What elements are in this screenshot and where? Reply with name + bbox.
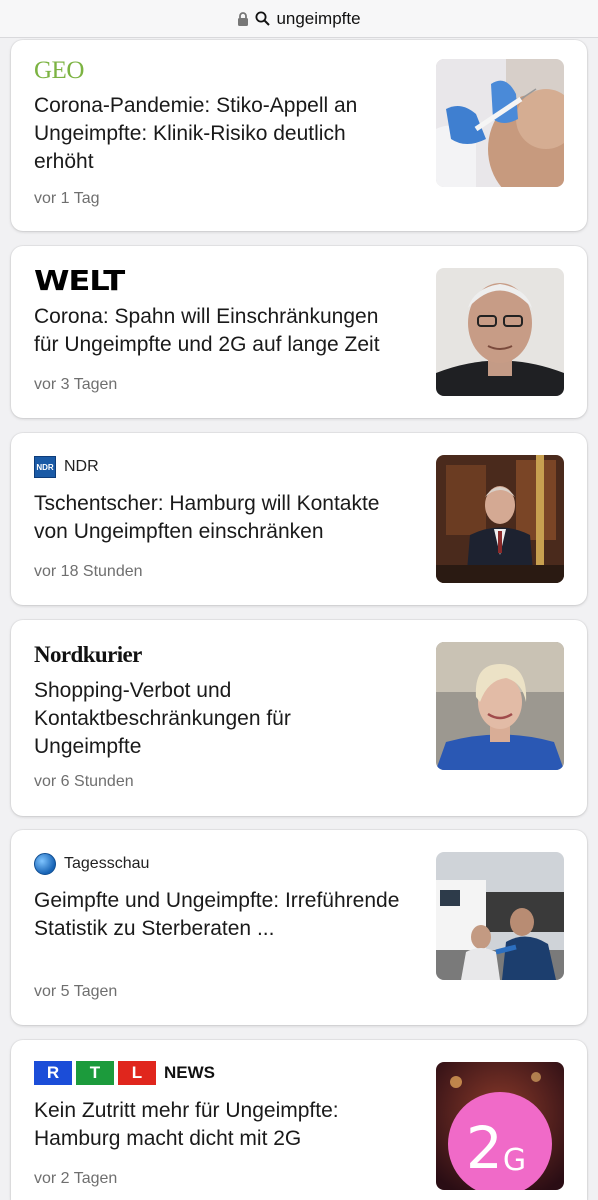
timestamp: vor 1 Tag <box>34 190 100 207</box>
lock-icon <box>238 11 249 26</box>
headline[interactable]: Shopping-Verbot und Kontaktbeschränkunge… <box>34 677 404 761</box>
article-thumbnail[interactable] <box>436 642 564 770</box>
tagesschau-globe-icon <box>34 853 56 875</box>
search-query: ungeimpfte <box>276 8 361 28</box>
publisher-logo: Nordkurier <box>34 642 142 667</box>
timestamp: vor 6 Stunden <box>34 773 134 790</box>
news-card[interactable]: NDR NDR Tschentscher: Hamburg will Konta… <box>11 433 587 605</box>
headline[interactable]: Corona-Pandemie: Stiko-Appell an Ungeimp… <box>34 92 404 176</box>
timestamp: vor 5 Tagen <box>34 983 118 1000</box>
news-card[interactable]: GEO Corona-Pandemie: Stiko-Appell an Ung… <box>11 40 587 231</box>
publisher-logo: WELT <box>34 263 125 297</box>
publisher-name: Tagesschau <box>64 855 150 872</box>
article-thumbnail[interactable]: 2G <box>436 1062 564 1190</box>
ndr-icon: NDR <box>34 456 56 478</box>
search-icon <box>255 11 271 26</box>
publisher: NDR NDR <box>34 455 99 479</box>
article-thumbnail[interactable] <box>436 852 564 980</box>
rtl-logo-t: T <box>76 1061 114 1085</box>
timestamp: vor 3 Tagen <box>34 376 118 393</box>
article-thumbnail[interactable] <box>436 455 564 583</box>
headline[interactable]: Corona: Spahn will Einschränkungen für U… <box>34 303 404 359</box>
headline[interactable]: Kein Zutritt mehr für Ungeimpfte: Hambur… <box>34 1097 404 1153</box>
news-card[interactable]: R T L NEWS Kein Zutritt mehr für Ungeimp… <box>11 1040 587 1200</box>
rtl-logo-l: L <box>118 1061 156 1085</box>
timestamp: vor 2 Tagen <box>34 1170 118 1187</box>
headline[interactable]: Geimpfte und Ungeimpfte: Irreführende St… <box>34 887 404 943</box>
news-card[interactable]: WELT Corona: Spahn will Einschränkungen … <box>11 246 587 418</box>
url-bar[interactable]: ungeimpfte <box>0 0 598 38</box>
publisher-name: NEWS <box>164 1063 215 1082</box>
rtl-logo-r: R <box>34 1061 72 1085</box>
publisher: Tagesschau <box>34 852 149 876</box>
publisher: GEO <box>34 57 84 85</box>
publisher-logo: GEO <box>34 57 84 84</box>
news-card[interactable]: Nordkurier Shopping-Verbot und Kontaktbe… <box>11 620 587 816</box>
article-thumbnail[interactable] <box>436 268 564 396</box>
publisher: WELT <box>34 263 125 297</box>
article-thumbnail[interactable] <box>436 59 564 187</box>
publisher-name: NDR <box>64 458 99 475</box>
news-card[interactable]: Tagesschau Geimpfte und Ungeimpfte: Irre… <box>11 830 587 1025</box>
publisher: R T L NEWS <box>34 1061 215 1085</box>
headline[interactable]: Tschentscher: Hamburg will Kontakte von … <box>34 490 404 546</box>
timestamp: vor 18 Stunden <box>34 563 143 580</box>
publisher: Nordkurier <box>34 640 142 670</box>
